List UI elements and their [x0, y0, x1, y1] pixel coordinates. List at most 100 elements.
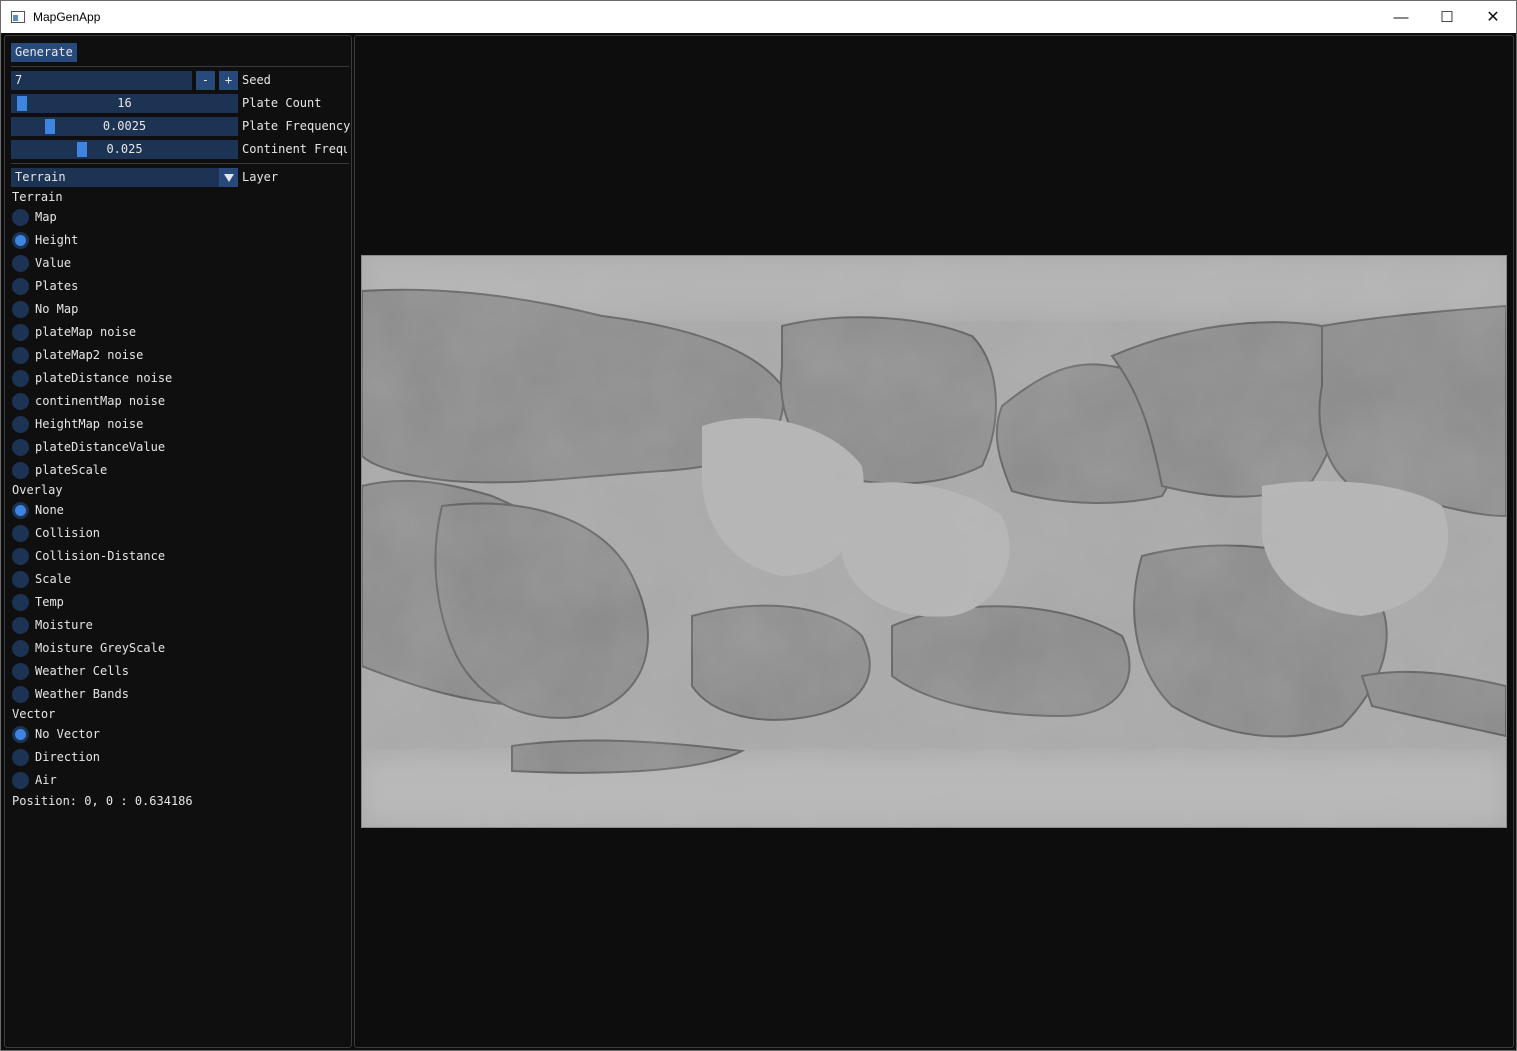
- vector-option-no-vector[interactable]: No Vector: [12, 724, 100, 744]
- slider-value: 0.025: [106, 142, 143, 156]
- overlay-option-collision[interactable]: Collision: [12, 523, 100, 543]
- slider-value: 0.0025: [102, 119, 147, 133]
- seed-value: 7: [15, 73, 23, 87]
- radio-button[interactable]: [12, 461, 29, 479]
- window-title: MapGenApp: [33, 10, 101, 24]
- terrain-option-platemap2-noise[interactable]: plateMap2 noise: [12, 345, 143, 365]
- radio-label: Scale: [35, 572, 72, 586]
- radio-button[interactable]: [12, 524, 29, 542]
- vector-option-air[interactable]: Air: [12, 770, 57, 790]
- radio-button[interactable]: [12, 570, 29, 588]
- radio-button[interactable]: [12, 415, 29, 433]
- radio-label: continentMap noise: [35, 394, 166, 408]
- plate-count-slider[interactable]: 16: [11, 94, 238, 113]
- radio-label: Value: [35, 256, 72, 270]
- layer-selected: Terrain: [15, 170, 66, 184]
- radio-label: Moisture GreyScale: [35, 641, 166, 655]
- separator: [11, 163, 349, 164]
- terrain-option-continentmap-noise[interactable]: continentMap noise: [12, 391, 165, 411]
- plate-frequency-label: Plate Frequency: [242, 119, 351, 133]
- height-map-image[interactable]: [361, 255, 1507, 828]
- radio-label: No Vector: [35, 727, 101, 741]
- overlay-option-none[interactable]: None: [12, 500, 64, 520]
- title-bar[interactable]: MapGenApp — ☐ ✕: [1, 1, 1516, 33]
- radio-button[interactable]: [12, 392, 29, 410]
- radio-button[interactable]: [12, 277, 29, 295]
- overlay-option-temp[interactable]: Temp: [12, 592, 64, 612]
- overlay-option-moisture[interactable]: Moisture: [12, 615, 93, 635]
- terrain-option-plates[interactable]: Plates: [12, 276, 78, 296]
- separator: [11, 66, 349, 67]
- radio-label: plateScale: [35, 463, 108, 477]
- radio-button[interactable]: [12, 254, 29, 272]
- radio-label: Collision-Distance: [35, 549, 166, 563]
- continent-frequency-slider[interactable]: 0.025: [11, 140, 238, 159]
- radio-label: plateDistanceValue: [35, 440, 166, 454]
- radio-label: Height: [35, 233, 79, 247]
- terrain-option-no-map[interactable]: No Map: [12, 299, 78, 319]
- overlay-option-weather-cells[interactable]: Weather Cells: [12, 661, 129, 681]
- terrain-option-platedistance-noise[interactable]: plateDistance noise: [12, 368, 172, 388]
- radio-label: Air: [35, 773, 57, 787]
- terrain-option-map[interactable]: Map: [12, 207, 57, 227]
- radio-button[interactable]: [12, 593, 29, 611]
- app-icon: [11, 11, 25, 23]
- terrain-option-value[interactable]: Value: [12, 253, 71, 273]
- app-window: MapGenApp — ☐ ✕ Generate 7 - + Seed 16 P…: [0, 0, 1517, 1051]
- radio-label: Weather Cells: [35, 664, 129, 678]
- radio-button[interactable]: [12, 662, 29, 680]
- radio-button[interactable]: [12, 547, 29, 565]
- radio-label: plateMap2 noise: [35, 348, 144, 362]
- radio-label: None: [35, 503, 64, 517]
- radio-button[interactable]: [12, 639, 29, 657]
- terrain-option-height[interactable]: Height: [12, 230, 78, 250]
- radio-button[interactable]: [12, 501, 29, 519]
- radio-button[interactable]: [12, 369, 29, 387]
- radio-label: Direction: [35, 750, 101, 764]
- radio-button[interactable]: [12, 438, 29, 456]
- vector-option-direction[interactable]: Direction: [12, 747, 100, 767]
- maximize-button[interactable]: ☐: [1424, 1, 1470, 33]
- radio-label: Moisture: [35, 618, 93, 632]
- radio-button[interactable]: [12, 616, 29, 634]
- radio-button[interactable]: [12, 748, 29, 766]
- seed-decrement-button[interactable]: -: [196, 71, 215, 90]
- radio-button[interactable]: [12, 208, 29, 226]
- plate-count-label: Plate Count: [242, 96, 322, 110]
- seed-increment-button[interactable]: +: [219, 71, 238, 90]
- radio-button[interactable]: [12, 771, 29, 789]
- overlay-option-moisture-greyscale[interactable]: Moisture GreyScale: [12, 638, 165, 658]
- radio-button[interactable]: [12, 231, 29, 249]
- radio-label: Weather Bands: [35, 687, 129, 701]
- continent-frequency-label: Continent Frequ: [242, 142, 347, 156]
- terrain-option-platedistancevalue[interactable]: plateDistanceValue: [12, 437, 165, 457]
- radio-button[interactable]: [12, 685, 29, 703]
- position-readout: Position: 0, 0 : 0.634186: [12, 794, 193, 808]
- terrain-option-heightmap-noise[interactable]: HeightMap noise: [12, 414, 143, 434]
- plate-frequency-slider[interactable]: 0.0025: [11, 117, 238, 136]
- minimize-button[interactable]: —: [1378, 1, 1424, 33]
- radio-button[interactable]: [12, 346, 29, 364]
- radio-label: Collision: [35, 526, 101, 540]
- terrain-option-platemap-noise[interactable]: plateMap noise: [12, 322, 136, 342]
- chevron-down-icon[interactable]: [219, 168, 238, 187]
- overlay-option-scale[interactable]: Scale: [12, 569, 71, 589]
- overlay-header: Overlay: [12, 483, 63, 497]
- radio-button[interactable]: [12, 725, 29, 743]
- terrain-option-platescale[interactable]: plateScale: [12, 460, 107, 480]
- vector-header: Vector: [12, 707, 56, 721]
- radio-label: plateMap noise: [35, 325, 137, 339]
- radio-label: No Map: [35, 302, 79, 316]
- overlay-option-collision-distance[interactable]: Collision-Distance: [12, 546, 165, 566]
- layer-label: Layer: [242, 170, 279, 184]
- control-panel: Generate 7 - + Seed 16 Plate Count 0.002…: [4, 35, 352, 1048]
- generate-button[interactable]: Generate: [11, 43, 77, 62]
- map-viewport[interactable]: [354, 35, 1514, 1048]
- radio-button[interactable]: [12, 323, 29, 341]
- close-button[interactable]: ✕: [1470, 1, 1516, 33]
- overlay-option-weather-bands[interactable]: Weather Bands: [12, 684, 129, 704]
- layer-select[interactable]: Terrain: [11, 168, 238, 187]
- seed-input[interactable]: 7: [11, 71, 192, 90]
- terrain-header: Terrain: [12, 190, 63, 204]
- radio-button[interactable]: [12, 300, 29, 318]
